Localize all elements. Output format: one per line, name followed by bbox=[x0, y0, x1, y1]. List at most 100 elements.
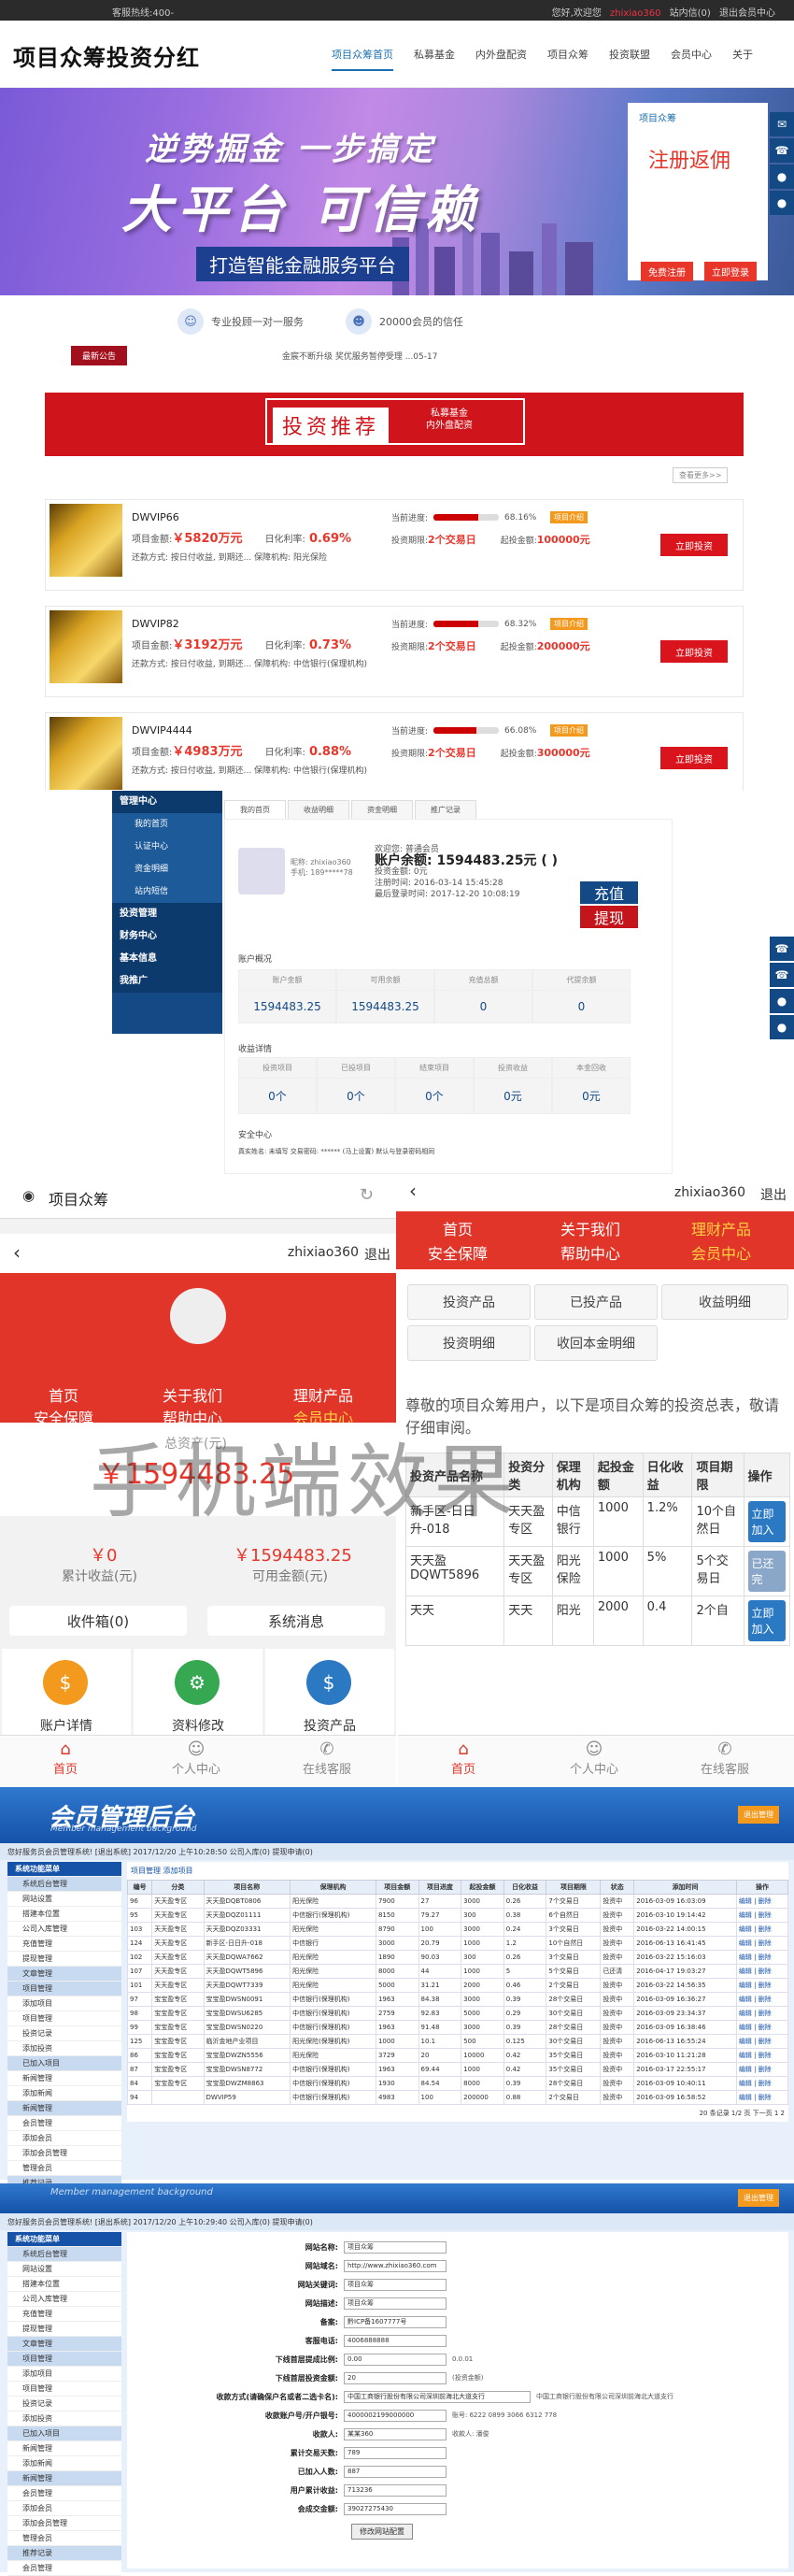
join-button[interactable]: 立即加入 bbox=[747, 1501, 786, 1542]
refresh-icon[interactable]: ↻ bbox=[360, 1185, 374, 1205]
form-input[interactable]: 789 bbox=[344, 2446, 447, 2459]
form-input[interactable]: 887 bbox=[344, 2465, 447, 2478]
mobile-menu-about[interactable]: 关于我们 bbox=[163, 1383, 222, 1406]
form-input[interactable]: 某某360 bbox=[344, 2427, 447, 2440]
admin-sidebar-item[interactable]: 添加会员 bbox=[7, 2501, 121, 2516]
tab-my-home[interactable]: 我的首页 bbox=[224, 800, 286, 820]
admin-sidebar-item[interactable]: 添加项目 bbox=[7, 2367, 121, 2382]
form-input[interactable]: 0.00 bbox=[344, 2353, 447, 2366]
nav-private-fund[interactable]: 私募基金 bbox=[414, 47, 455, 71]
admin-sidebar-item[interactable]: 项目管理 bbox=[7, 2011, 121, 2026]
row-actions[interactable]: 编辑 | 删除 bbox=[735, 1922, 789, 1937]
mobile-menu-products[interactable]: 理财产品 bbox=[293, 1383, 353, 1406]
form-input[interactable]: 项目众筹 bbox=[344, 2297, 447, 2310]
sidebar-item-center[interactable]: 管理中心 bbox=[112, 791, 222, 813]
admin-sidebar-item[interactable]: 投资记录 bbox=[7, 2026, 121, 2041]
row-actions[interactable]: 编辑 | 删除 bbox=[735, 1964, 789, 1979]
row-actions[interactable]: 编辑 | 删除 bbox=[735, 2076, 789, 2091]
recharge-button[interactable]: 充值 bbox=[580, 881, 638, 904]
admin-sidebar-item[interactable]: 新闻管理 bbox=[7, 2471, 121, 2486]
sidebar-item-info[interactable]: 基本信息 bbox=[112, 948, 222, 970]
bottom-nav-profile[interactable]: ☺ 个人中心 bbox=[149, 1739, 243, 1777]
admin-sidebar-item[interactable]: 管理会员 bbox=[7, 2161, 121, 2176]
form-input[interactable]: 713236 bbox=[344, 2483, 447, 2497]
view-more-link[interactable]: 查看更多>> bbox=[673, 467, 729, 483]
phone-icon[interactable]: ☎ bbox=[770, 937, 794, 961]
row-actions[interactable]: 编辑 | 删除 bbox=[735, 1908, 789, 1923]
admin-sidebar-item[interactable]: 会员管理 bbox=[7, 2116, 121, 2131]
product-name[interactable]: DWVIP82 bbox=[132, 618, 179, 630]
admin-sidebar-item[interactable]: 添加会员管理 bbox=[7, 2516, 121, 2531]
invest-product-tile[interactable]: $ 投资产品 bbox=[265, 1649, 394, 1744]
phone-icon[interactable]: ☎ bbox=[770, 138, 794, 163]
admin-sidebar-item[interactable]: 添加项目 bbox=[7, 1996, 121, 2011]
admin-sidebar-item[interactable]: 会员管理 bbox=[7, 2561, 121, 2576]
invest-now-button[interactable]: 立即投资 bbox=[660, 534, 728, 556]
admin-sidebar-item[interactable]: 项目管理 bbox=[7, 1982, 121, 1996]
product-name[interactable]: DWVIP66 bbox=[132, 511, 179, 523]
register-button[interactable]: 免费注册 bbox=[641, 262, 693, 281]
phone-icon[interactable]: ☎ bbox=[770, 963, 794, 987]
admin-sidebar-item[interactable]: 文章管理 bbox=[7, 2337, 121, 2352]
notice-text[interactable]: 金宸不断升级 奖优服务暂停受理 ...05-17 bbox=[282, 350, 437, 362]
site-logo[interactable]: 项目众筹投资分红 bbox=[13, 39, 200, 72]
bottom-nav-home[interactable]: ⌂ 首页 bbox=[417, 1739, 510, 1777]
nav-alliance[interactable]: 投资联盟 bbox=[609, 47, 650, 71]
admin-sidebar-item[interactable]: 添加新闻 bbox=[7, 2086, 121, 2101]
tab-invested[interactable]: 已投产品 bbox=[534, 1284, 658, 1320]
mobile-menu-help[interactable]: 帮助中心 bbox=[560, 1241, 620, 1264]
invest-now-button[interactable]: 立即投资 bbox=[660, 747, 728, 769]
admin-sidebar-item[interactable]: 项目管理 bbox=[7, 2352, 121, 2367]
chat-icon[interactable]: ● bbox=[770, 989, 794, 1013]
admin-sidebar-item[interactable]: 新闻管理 bbox=[7, 2441, 121, 2456]
mobile-logout[interactable]: 退出 bbox=[364, 1245, 390, 1264]
tab-principal-return[interactable]: 收回本金明细 bbox=[534, 1325, 658, 1361]
admin-sidebar-item[interactable]: 添加新闻 bbox=[7, 2456, 121, 2471]
user-icon[interactable]: ● bbox=[770, 1015, 794, 1039]
admin-sidebar-item[interactable]: 系统功能菜单 bbox=[7, 2232, 121, 2247]
sidebar-item-promote[interactable]: 我推广 bbox=[112, 970, 222, 993]
admin-sidebar-item[interactable]: 网站设置 bbox=[7, 1892, 121, 1907]
sidebar-item-funds[interactable]: 资金明细 bbox=[112, 858, 222, 880]
admin-sidebar-item[interactable]: 充值管理 bbox=[7, 2307, 121, 2322]
bottom-nav-service[interactable]: ✆ 在线客服 bbox=[280, 1739, 374, 1777]
nav-about[interactable]: 关于 bbox=[732, 47, 753, 71]
admin-sidebar-item[interactable]: 新闻管理 bbox=[7, 2101, 121, 2116]
row-actions[interactable]: 编辑 | 删除 bbox=[735, 1936, 789, 1951]
admin-sidebar-item[interactable]: 公司入库管理 bbox=[7, 2292, 121, 2307]
back-icon[interactable]: ‹ bbox=[13, 1241, 21, 1264]
tab-income[interactable]: 收益明细 bbox=[288, 800, 349, 820]
qq-icon[interactable]: ✉ bbox=[770, 112, 794, 136]
row-actions[interactable]: 编辑 | 删除 bbox=[735, 2048, 789, 2063]
mobile-menu-about[interactable]: 关于我们 bbox=[560, 1217, 620, 1239]
bottom-nav-service[interactable]: ✆ 在线客服 bbox=[678, 1739, 772, 1777]
admin-exit-button[interactable]: 退出管理 bbox=[738, 1806, 779, 1824]
tab-invest-detail[interactable]: 投资明细 bbox=[407, 1325, 531, 1361]
form-input[interactable]: 中国工商银行股份有限公司深圳前海北大道支行 bbox=[344, 2390, 531, 2403]
admin-sidebar-item[interactable]: 投资记录 bbox=[7, 2397, 121, 2411]
sidebar-item-messages[interactable]: 站内短信 bbox=[112, 880, 222, 903]
admin-sidebar-item[interactable]: 系统后台管理 bbox=[7, 1877, 121, 1892]
bottom-nav-home[interactable]: ⌂ 首页 bbox=[19, 1739, 112, 1777]
tab-invest-products[interactable]: 投资产品 bbox=[407, 1284, 531, 1320]
form-input[interactable]: 项目众筹 bbox=[344, 2240, 447, 2254]
form-input[interactable]: 20 bbox=[344, 2371, 447, 2384]
chat-icon[interactable]: ● bbox=[770, 165, 794, 189]
mobile-logout[interactable]: 退出 bbox=[760, 1185, 787, 1204]
save-settings-button[interactable]: 修改网站配置 bbox=[351, 2524, 413, 2540]
mobile-menu-home[interactable]: 首页 bbox=[49, 1383, 78, 1406]
project-intro-tag[interactable]: 项目介绍 bbox=[550, 618, 588, 630]
admin-sidebar-item[interactable]: 管理会员 bbox=[7, 2531, 121, 2546]
account-detail-tile[interactable]: $ 账户详情 bbox=[2, 1649, 131, 1744]
system-message-button[interactable]: 系统消息 bbox=[207, 1606, 385, 1636]
tab-promo[interactable]: 推广记录 bbox=[415, 800, 476, 820]
row-actions[interactable]: 编辑 | 删除 bbox=[735, 2020, 789, 2035]
form-input[interactable]: 4006888888 bbox=[344, 2334, 447, 2347]
logout-link[interactable]: 退出会员中心 bbox=[719, 8, 775, 19]
admin-exit-button[interactable]: 退出管理 bbox=[738, 2189, 779, 2207]
product-name[interactable]: DWVIP4444 bbox=[132, 724, 192, 737]
admin-sidebar-item[interactable]: 推荐记录 bbox=[7, 2546, 121, 2561]
login-button[interactable]: 立即登录 bbox=[704, 262, 757, 281]
admin-sidebar-item[interactable]: 会员管理 bbox=[7, 2486, 121, 2501]
mobile-menu-member[interactable]: 会员中心 bbox=[691, 1241, 751, 1264]
